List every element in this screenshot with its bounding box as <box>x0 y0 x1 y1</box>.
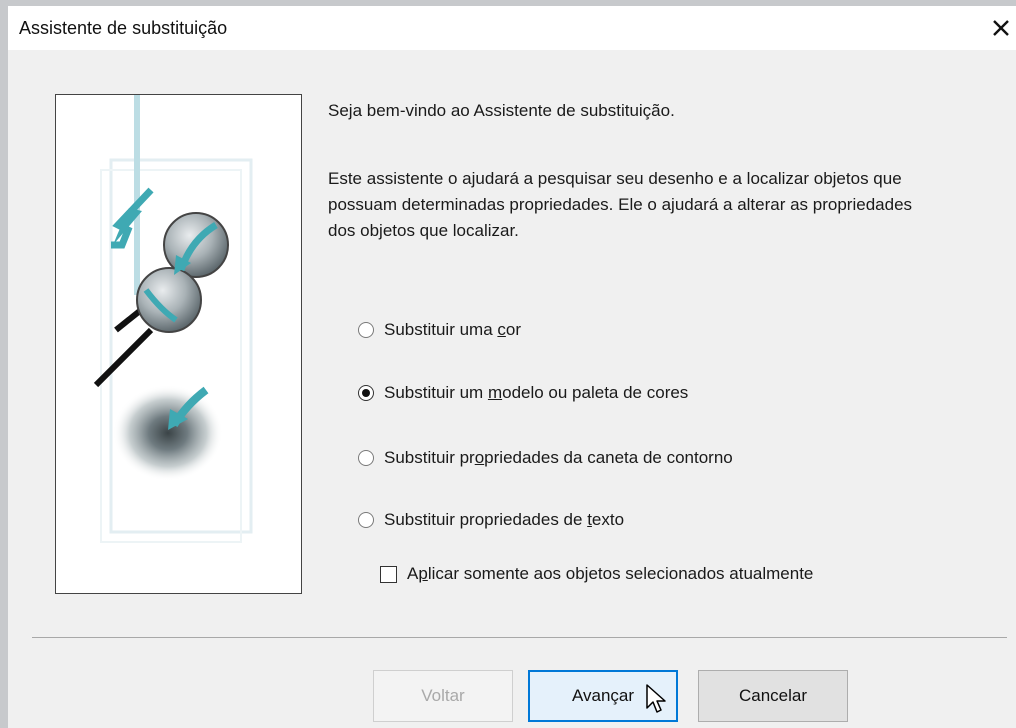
option-label: Substituir uma cor <box>384 320 522 339</box>
wizard-illustration <box>55 94 302 594</box>
back-button[interactable]: Voltar <box>373 670 513 722</box>
checkbox-label: Aplicar somente aos objetos selecionados… <box>407 564 814 583</box>
magnifier-illustration-icon <box>93 95 253 543</box>
close-button[interactable] <box>986 12 1016 44</box>
replace-wizard-dialog: Assistente de substituição Seja bem-vind… <box>0 0 1016 728</box>
option-label: Substituir propriedades da caneta de con… <box>384 448 733 467</box>
option-label: Substituir propriedades de texto <box>384 510 625 529</box>
apply-to-selected-checkbox[interactable]: Aplicar somente aos objetos selecionados… <box>380 561 813 587</box>
radio-button[interactable] <box>358 322 374 338</box>
radio-replace-color-model[interactable]: Substituir um modelo ou paleta de cores <box>358 380 688 406</box>
divider <box>32 637 1007 638</box>
radio-button[interactable] <box>358 450 374 466</box>
mouse-cursor-icon <box>646 684 666 713</box>
description-text: Este assistente o ajudará a pesquisar se… <box>328 169 913 240</box>
radio-button[interactable] <box>358 512 374 528</box>
window-title: Assistente de substituição <box>19 18 228 38</box>
close-icon <box>993 20 1009 36</box>
welcome-text: Seja bem-vindo ao Assistente de substitu… <box>328 101 675 120</box>
radio-button-selected[interactable] <box>358 385 374 401</box>
cancel-button[interactable]: Cancelar <box>698 670 848 722</box>
radio-replace-outline-pen[interactable]: Substituir propriedades da caneta de con… <box>358 445 733 471</box>
radio-replace-text-properties[interactable]: Substituir propriedades de texto <box>358 507 624 533</box>
checkbox[interactable] <box>380 565 397 583</box>
title-bar: Assistente de substituição <box>8 6 1016 50</box>
option-label: Substituir um modelo ou paleta de cores <box>384 383 689 402</box>
radio-replace-color[interactable]: Substituir uma cor <box>358 317 521 343</box>
